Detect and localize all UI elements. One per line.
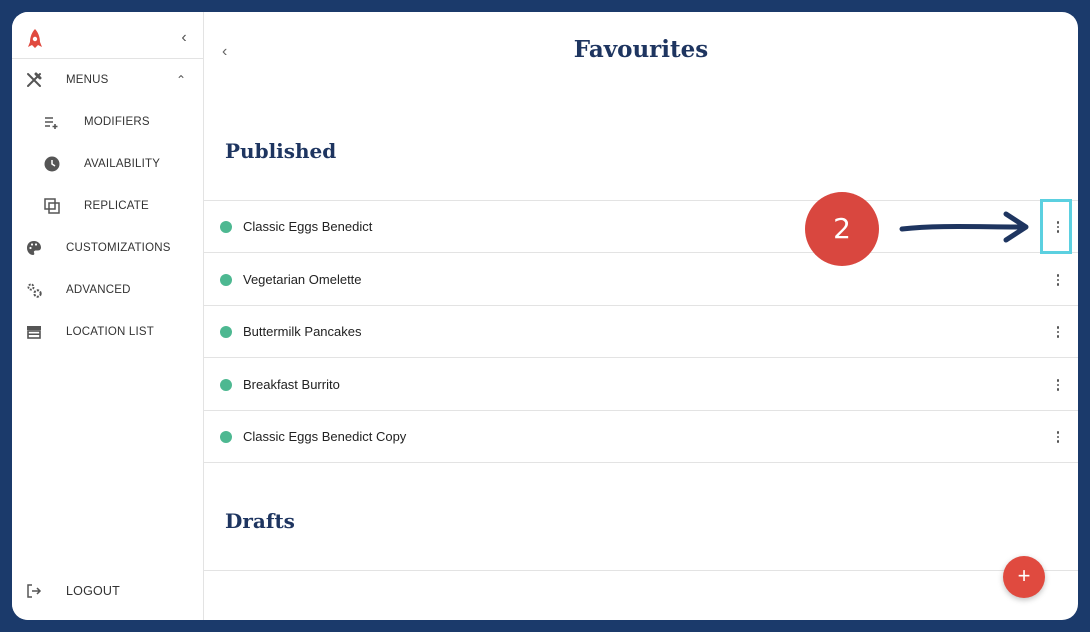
step-badge: 2 — [805, 192, 879, 266]
list-item[interactable]: Buttermilk Pancakes — [204, 306, 1078, 358]
app-window: ‹ MENUS ⌃ MODIFIERS AVAILABILITY REPLICA… — [12, 12, 1078, 620]
status-dot — [220, 274, 232, 286]
arrow-right-icon — [899, 211, 1029, 243]
utensils-icon — [25, 71, 43, 89]
divider — [12, 58, 204, 59]
sidebar-item-label: AVAILABILITY — [84, 158, 161, 170]
sidebar-item-availability[interactable]: AVAILABILITY — [12, 147, 204, 181]
status-dot — [220, 379, 232, 391]
status-dot — [220, 326, 232, 338]
logo-icon — [28, 29, 42, 48]
sidebar-item-replicate[interactable]: REPLICATE — [12, 189, 204, 223]
sidebar-item-menus[interactable]: MENUS ⌃ — [12, 63, 204, 97]
add-button[interactable]: + — [1003, 556, 1045, 598]
store-icon — [25, 323, 43, 341]
more-options-icon[interactable] — [1050, 215, 1066, 239]
collapse-sidebar-icon[interactable]: ‹ — [176, 28, 192, 48]
main-content: ‹ Favourites Published Classic Eggs Bene… — [204, 12, 1078, 620]
more-options-icon[interactable] — [1050, 373, 1066, 397]
sidebar-item-label: MODIFIERS — [84, 116, 150, 128]
divider — [204, 570, 1078, 571]
palette-icon — [25, 239, 43, 257]
sidebar-item-modifiers[interactable]: MODIFIERS — [12, 105, 204, 139]
logout-label: LOGOUT — [66, 584, 120, 598]
sidebar-item-customizations[interactable]: CUSTOMIZATIONS — [12, 231, 204, 265]
gears-icon — [25, 281, 43, 299]
more-options-icon[interactable] — [1050, 320, 1066, 344]
sidebar-item-label: LOCATION LIST — [66, 326, 155, 338]
status-dot — [220, 431, 232, 443]
sidebar: ‹ MENUS ⌃ MODIFIERS AVAILABILITY REPLICA… — [12, 12, 204, 620]
more-options-icon[interactable] — [1050, 425, 1066, 449]
clock-icon — [43, 155, 61, 173]
item-name: Classic Eggs Benedict Copy — [243, 429, 407, 444]
sidebar-item-location-list[interactable]: LOCATION LIST — [12, 315, 204, 349]
list-add-icon — [43, 113, 61, 131]
list-item[interactable]: Classic Eggs Benedict Copy — [204, 411, 1078, 463]
sidebar-item-label: CUSTOMIZATIONS — [66, 242, 171, 254]
logout-button[interactable]: LOGOUT — [12, 574, 204, 608]
sidebar-item-label: REPLICATE — [84, 200, 149, 212]
drafts-heading: Drafts — [225, 509, 295, 533]
chevron-up-icon[interactable]: ⌃ — [176, 73, 186, 87]
item-name: Breakfast Burrito — [243, 377, 340, 392]
logout-icon — [25, 582, 43, 600]
list-item[interactable]: Vegetarian Omelette — [204, 254, 1078, 306]
list-item[interactable]: Breakfast Burrito — [204, 359, 1078, 411]
sidebar-item-label: ADVANCED — [66, 284, 131, 296]
status-dot — [220, 221, 232, 233]
item-name: Classic Eggs Benedict — [243, 219, 373, 234]
sidebar-item-advanced[interactable]: ADVANCED — [12, 273, 204, 307]
page-title: Favourites — [573, 36, 709, 63]
item-name: Buttermilk Pancakes — [243, 324, 362, 339]
sidebar-item-label: MENUS — [66, 74, 109, 86]
more-options-icon[interactable] — [1050, 268, 1066, 292]
item-name: Vegetarian Omelette — [243, 272, 362, 287]
copy-icon — [43, 197, 61, 215]
published-heading: Published — [225, 139, 337, 163]
